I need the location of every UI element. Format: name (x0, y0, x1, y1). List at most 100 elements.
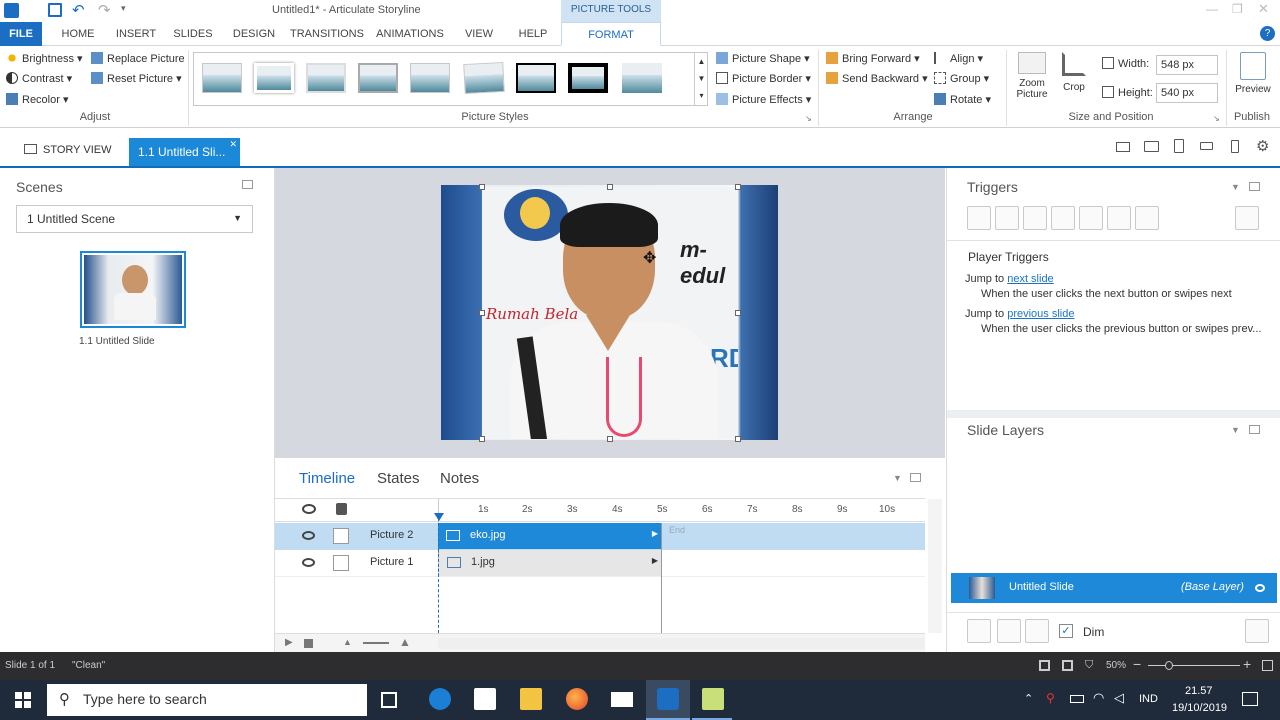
expand-arrow-icon[interactable]: ▶ (652, 529, 658, 538)
clock-time[interactable]: 21.57 (1185, 685, 1213, 697)
panel-dropdown-icon[interactable]: ▼ (893, 473, 902, 483)
firefox-icon[interactable] (566, 688, 588, 710)
crop-button[interactable]: Crop (1058, 52, 1090, 93)
tab-timeline[interactable]: Timeline (299, 470, 355, 487)
width-input[interactable]: 548 px (1156, 55, 1218, 75)
panel-restore-icon[interactable] (910, 473, 921, 482)
contrast-button[interactable]: Contrast ▾ (6, 70, 72, 88)
base-layer-row[interactable]: Untitled Slide (Base Layer) (951, 573, 1277, 603)
picture-style-5[interactable] (410, 63, 450, 93)
file-explorer-icon[interactable] (520, 688, 542, 710)
eye-header-icon[interactable] (302, 504, 316, 514)
zoom-out-icon[interactable]: ▲ (343, 637, 352, 647)
dialog-launcher-icon[interactable]: ↘ (1213, 114, 1220, 123)
edge-icon[interactable] (429, 688, 451, 710)
network-icon[interactable]: ⚲ (1046, 691, 1055, 705)
redo-icon[interactable]: ↷ (98, 1, 111, 19)
lock-checkbox[interactable] (333, 555, 349, 571)
panel-restore-icon[interactable] (1249, 425, 1260, 434)
timeline-ruler[interactable]: 1s 2s 3s 4s 5s 6s 7s 8s 9s 10s (434, 499, 925, 523)
resize-handle[interactable] (479, 310, 485, 316)
taskbar-search[interactable]: ⚲ Type here to search (47, 684, 367, 716)
gallery-scroll-up[interactable]: ▲ (694, 53, 708, 70)
preview-button[interactable]: Preview (1230, 52, 1276, 95)
trigger-link[interactable]: previous slide (1007, 308, 1074, 320)
resize-handle[interactable] (479, 184, 485, 190)
move-up-icon[interactable] (1107, 206, 1131, 230)
new-layer-icon[interactable] (967, 619, 991, 643)
gear-icon[interactable]: ⚙ (1256, 137, 1269, 155)
wifi-icon[interactable]: ◠ (1093, 690, 1104, 706)
brightness-button[interactable]: Brightness ▾ (6, 50, 83, 68)
tab-notes[interactable]: Notes (440, 470, 479, 487)
expand-arrow-icon[interactable]: ▶ (652, 556, 658, 565)
picture-shape-button[interactable]: Picture Shape ▾ (716, 50, 810, 68)
eye-icon[interactable] (302, 531, 315, 540)
tab-home[interactable]: HOME (56, 22, 100, 46)
timeline-clip-selected[interactable]: eko.jpg ▶ (438, 523, 662, 549)
battery-icon[interactable] (1070, 695, 1084, 703)
eye-icon[interactable] (1255, 584, 1265, 592)
tab-insert[interactable]: INSERT (113, 22, 159, 46)
zoom-picture-button[interactable]: Zoom Picture (1012, 52, 1052, 100)
trigger-link[interactable]: next slide (1007, 273, 1053, 285)
desktop-preview-icon[interactable] (1116, 142, 1130, 152)
panel-dropdown-icon[interactable]: ▼ (1231, 425, 1240, 435)
picture-style-3[interactable] (306, 63, 346, 93)
object-name[interactable]: Picture 1 (370, 556, 413, 568)
tab-slides[interactable]: SLIDES (171, 22, 215, 46)
timeline-row[interactable]: Picture 2 eko.jpg ▶ End (275, 523, 925, 550)
play-icon[interactable]: ▶ (285, 637, 293, 648)
clock-date[interactable]: 19/10/2019 (1172, 702, 1227, 714)
picture-style-7[interactable] (516, 63, 556, 93)
picture-style-4[interactable] (358, 63, 398, 93)
zoom-in-button[interactable]: + (1243, 656, 1251, 672)
notifications-icon[interactable] (1242, 692, 1258, 706)
panel-restore-icon[interactable] (1249, 182, 1260, 191)
panel-restore-icon[interactable] (242, 180, 253, 189)
fit-icon[interactable]: ⛉ (1085, 659, 1093, 672)
tablet-landscape-icon[interactable] (1144, 141, 1159, 152)
eye-icon[interactable] (302, 558, 315, 567)
phone-portrait-icon[interactable] (1231, 140, 1239, 153)
gallery-more[interactable]: ▾ (694, 87, 708, 105)
picture-styles-gallery[interactable]: ▲ ▼ ▾ (193, 52, 708, 106)
slide-tab-active[interactable]: 1.1 Untitled Sli... ✕ (129, 138, 240, 166)
object-name[interactable]: Picture 2 (370, 529, 413, 541)
layer-settings-icon[interactable] (1245, 619, 1269, 643)
resize-handle[interactable] (479, 436, 485, 442)
tab-states[interactable]: States (377, 470, 420, 487)
phone-landscape-icon[interactable] (1200, 142, 1213, 150)
quick-access-dropdown-icon[interactable]: ▾ (121, 3, 126, 14)
close-tab-icon[interactable]: ✕ (229, 139, 237, 150)
height-input[interactable]: 540 px (1156, 83, 1218, 103)
new-trigger-icon[interactable] (967, 206, 991, 230)
duplicate-layer-icon[interactable] (997, 619, 1021, 643)
grid-view-icon[interactable] (1039, 660, 1050, 671)
tab-file[interactable]: FILE (0, 22, 42, 46)
help-icon[interactable]: ? (1260, 26, 1275, 41)
fit-window-icon[interactable] (1262, 660, 1273, 671)
slide-picture-2[interactable]: m-edul Rumah Bela RD (482, 187, 738, 439)
chevron-up-icon[interactable]: ⌃ (1024, 692, 1033, 705)
resize-handle[interactable] (735, 436, 741, 442)
resize-handle[interactable] (735, 310, 741, 316)
tab-animations[interactable]: ANIMATIONS (374, 22, 446, 46)
stop-icon[interactable] (304, 639, 313, 648)
timeline-row[interactable]: Picture 1 1.jpg ▶ (275, 550, 925, 577)
picture-style-8[interactable] (568, 63, 608, 93)
paste-trigger-icon[interactable] (1051, 206, 1075, 230)
rotate-button[interactable]: Rotate ▾ (934, 91, 991, 109)
send-backward-button[interactable]: Send Backward ▾ (826, 70, 928, 88)
picture-effects-button[interactable]: Picture Effects ▾ (716, 91, 811, 109)
playhead-marker[interactable] (434, 513, 444, 521)
replace-picture-button[interactable]: Replace Picture (91, 50, 185, 68)
edit-trigger-icon[interactable] (995, 206, 1019, 230)
zoom-slider[interactable] (363, 642, 389, 644)
tab-help[interactable]: HELP (514, 22, 552, 46)
trigger-item[interactable]: Jump to previous slide When the user cli… (965, 308, 1277, 335)
vertical-scrollbar[interactable] (928, 499, 942, 633)
reset-picture-button[interactable]: Reset Picture ▾ (91, 70, 182, 88)
variables-icon[interactable] (1235, 206, 1259, 230)
picture-style-6[interactable] (463, 61, 505, 95)
